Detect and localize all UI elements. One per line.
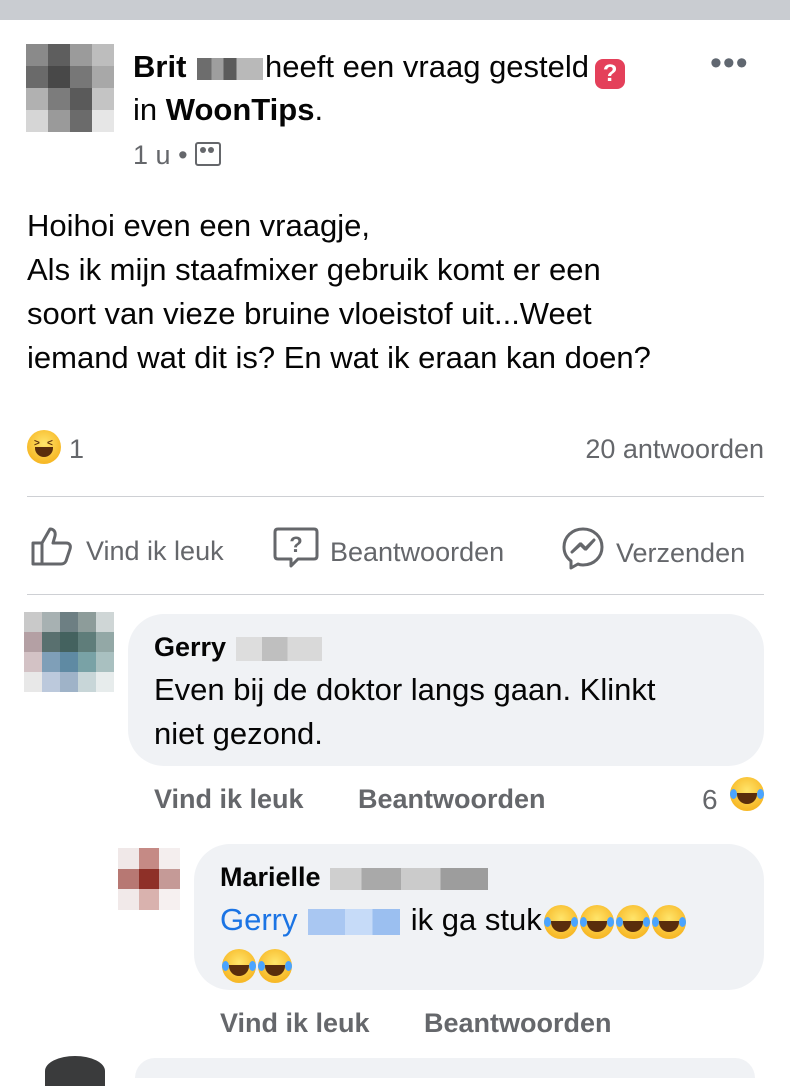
post-line: Als ik mijn staafmixer gebruik komt er e… xyxy=(27,252,601,287)
post-line: soort van vieze bruine vloeistof uit...W… xyxy=(27,296,592,331)
comment-line: Even bij de doktor langs gaan. Klinkt xyxy=(154,672,656,707)
more-icon[interactable]: ••• xyxy=(710,46,749,80)
author-surname-blurred xyxy=(197,57,264,80)
next-comment-avatar[interactable] xyxy=(45,1056,105,1086)
reaction-count[interactable]: 1 xyxy=(69,434,84,465)
comment-line: niet gezond. xyxy=(154,716,323,751)
next-comment-bubble xyxy=(135,1058,755,1078)
question-badge-icon: ? xyxy=(595,59,626,89)
send-label: Verzenden xyxy=(616,538,746,569)
mention-surname-blurred xyxy=(308,908,401,935)
group-name[interactable]: WoonTips xyxy=(166,92,315,127)
divider xyxy=(27,496,764,497)
period: . xyxy=(314,92,324,127)
reply-message: ik ga stuk xyxy=(410,902,542,937)
reply-text: Gerry ik ga stuk xyxy=(220,898,750,986)
post-header: Brit heeft een vraag gesteld? in WoonTip… xyxy=(133,46,693,131)
answers-count[interactable]: 20 antwoorden xyxy=(585,434,764,465)
send-button[interactable]: Verzenden xyxy=(560,525,745,571)
action-text: heeft een vraag gesteld xyxy=(265,49,590,84)
reply-reply-button[interactable]: Beantwoorden xyxy=(424,1008,612,1039)
crying-laughing-emoji xyxy=(651,904,686,939)
meta-separator: • xyxy=(178,140,188,170)
crying-laughing-emoji xyxy=(543,904,578,939)
like-label: Vind ik leuk xyxy=(86,536,224,567)
crying-laughing-emoji-row xyxy=(542,902,686,939)
reply-author-name[interactable]: Marielle xyxy=(220,862,321,892)
post-line: iemand wat dit is? En wat ik eraan kan d… xyxy=(27,340,651,375)
like-button[interactable]: Vind ik leuk xyxy=(30,525,224,571)
commenter-avatar-blurred[interactable] xyxy=(24,612,114,692)
crying-laughing-emoji xyxy=(615,904,650,939)
in-label: in xyxy=(133,92,158,127)
comment-reply-button[interactable]: Beantwoorden xyxy=(358,784,546,815)
comment-author-name[interactable]: Gerry xyxy=(154,632,226,662)
group-icon xyxy=(195,142,222,166)
mention-tag[interactable]: Gerry xyxy=(220,902,298,937)
author-surname-blurred xyxy=(330,867,489,890)
question-icon: ? xyxy=(272,525,320,583)
crying-laughing-emoji xyxy=(222,948,256,983)
post-meta: 1 u • xyxy=(133,140,222,170)
comment-author[interactable]: Gerry xyxy=(154,632,324,663)
crying-laughing-emoji xyxy=(579,904,614,939)
divider xyxy=(27,594,764,595)
answer-button[interactable]: ? Beantwoorden xyxy=(272,525,504,571)
thumbs-up-icon xyxy=(30,525,76,581)
reactions-row: > < 1 20 antwoorden xyxy=(27,430,764,470)
post-time[interactable]: 1 u xyxy=(133,140,171,170)
post-body: Hoihoi even een vraagje, Als ik mijn sta… xyxy=(27,204,767,380)
author-name[interactable]: Brit xyxy=(133,49,186,84)
comment-text: Even bij de doktor langs gaan. Klinkt ni… xyxy=(154,668,754,756)
laughing-emoji[interactable]: > < xyxy=(27,430,61,464)
reply-author[interactable]: Marielle xyxy=(220,862,490,893)
author-surname-blurred xyxy=(235,636,322,661)
answer-label: Beantwoorden xyxy=(330,537,505,568)
top-bar xyxy=(0,0,790,20)
comment-like-button[interactable]: Vind ik leuk xyxy=(154,784,304,815)
svg-text:?: ? xyxy=(289,532,302,557)
reply-like-button[interactable]: Vind ik leuk xyxy=(220,1008,370,1039)
reply-avatar-blurred[interactable] xyxy=(118,848,180,910)
crying-laughing-emoji xyxy=(258,948,292,983)
post-line: Hoihoi even een vraagje, xyxy=(27,208,370,243)
crying-laughing-emoji[interactable] xyxy=(730,777,764,811)
comment-reaction-count[interactable]: 6 xyxy=(702,784,718,816)
messenger-icon xyxy=(560,525,606,585)
author-avatar-blurred[interactable] xyxy=(26,44,114,132)
